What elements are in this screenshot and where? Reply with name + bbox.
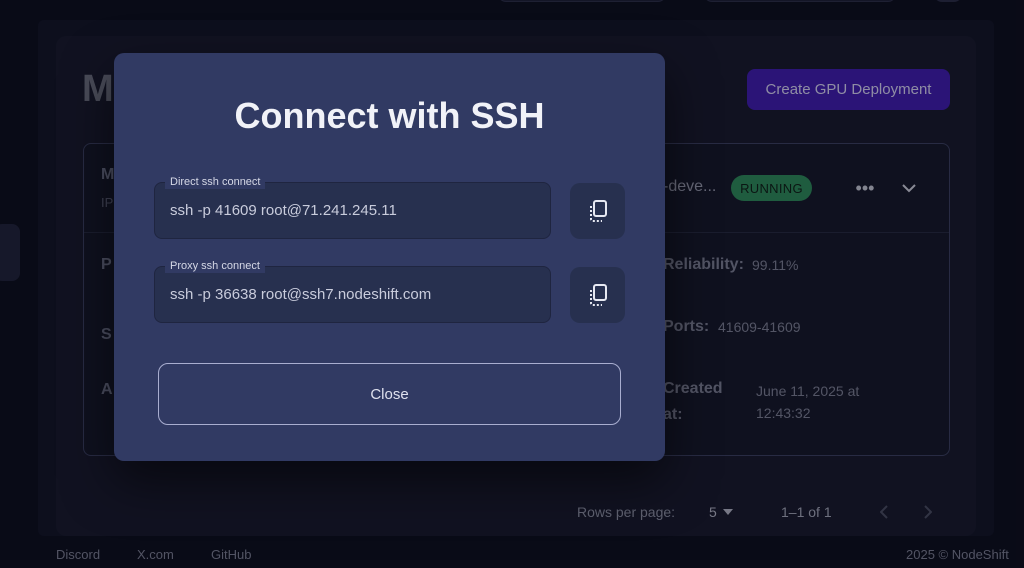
proxy-ssh-input[interactable]	[170, 267, 540, 322]
proxy-ssh-field[interactable]: Proxy ssh connect	[154, 259, 551, 323]
copy-direct-ssh-button[interactable]	[570, 183, 625, 239]
dialog-title: Connect with SSH	[234, 95, 545, 136]
copy-proxy-ssh-button[interactable]	[570, 267, 625, 323]
close-button[interactable]: Close	[158, 363, 621, 425]
copy-icon	[589, 284, 607, 306]
ssh-connect-dialog: Connect with SSH Direct ssh connect Prox…	[114, 53, 665, 461]
copy-icon	[589, 200, 607, 222]
direct-ssh-field[interactable]: Direct ssh connect	[154, 175, 551, 239]
direct-ssh-input[interactable]	[170, 183, 540, 238]
